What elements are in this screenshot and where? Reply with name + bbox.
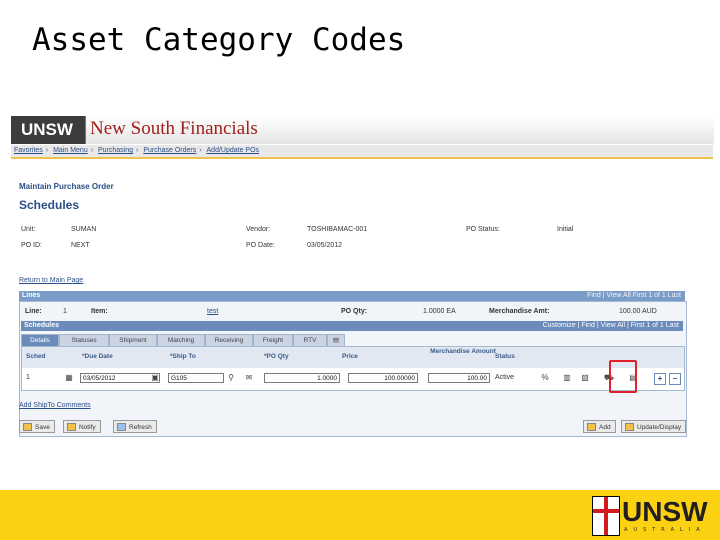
schedule-options-icon[interactable]: ▥ [562, 373, 572, 383]
lines-nav[interactable]: Find | View All First 1 of 1 Last [587, 291, 681, 301]
merch-amt-label: Merchandise Amt: [489, 308, 550, 315]
schedules-header: Schedules Customize | Find | View All | … [21, 321, 683, 331]
poid-value: NEXT [71, 242, 90, 249]
return-to-main-link[interactable]: Return to Main Page [19, 277, 83, 284]
notify-button[interactable]: Notify [63, 420, 101, 433]
breadcrumb-purchase-orders[interactable]: Purchase Orders [143, 147, 196, 154]
notify-label: Notify [79, 424, 96, 431]
breadcrumb-main-menu[interactable]: Main Menu [53, 147, 88, 154]
page-heading: Maintain Purchase Order [19, 182, 114, 191]
breadcrumb-favorites[interactable]: Favorites [14, 147, 43, 154]
refresh-icon [117, 423, 126, 431]
delete-row-icon[interactable]: − [669, 373, 681, 385]
app-banner: UNSW New South Financials [11, 116, 714, 144]
update-display-icon [625, 423, 634, 431]
add-button[interactable]: Add [583, 420, 616, 433]
merch-amount-input[interactable]: 100.00 [428, 373, 490, 383]
item-value[interactable]: test [207, 308, 218, 315]
poid-label: PO ID: [21, 242, 43, 249]
unit-label: Unit: [21, 226, 36, 233]
lines-title: Lines [22, 292, 41, 299]
distribution-icon[interactable]: % [540, 373, 550, 383]
app-name: New South Financials [90, 118, 258, 139]
po-qty-label: PO Qty: [341, 308, 368, 315]
notify-icon [67, 423, 76, 431]
breadcrumb: Favorites › Main Menu › Purchasing › Purcha… [11, 145, 713, 159]
footer-logo-text: UNSW [622, 496, 708, 527]
add-label: Add [599, 424, 611, 431]
calendar-icon[interactable]: ▣ [150, 373, 160, 383]
highlight-box [609, 360, 637, 393]
schedule-row: 1 ▦ 03/05/2012 ▣ G105 ⚲ ✉ 1.0000 100.000… [21, 368, 685, 391]
tab-rtv[interactable]: RTV [293, 334, 327, 346]
refresh-button[interactable]: Refresh [113, 420, 157, 433]
price-input[interactable]: 100.00000 [348, 373, 418, 383]
update-display-button[interactable]: Update/Display [621, 420, 687, 433]
slide-title: Asset Category Codes [32, 22, 406, 58]
schedule-status: Active [495, 374, 515, 381]
schedule-detail-icon[interactable]: ▦ [64, 373, 74, 383]
tab-receiving[interactable]: Receiving [205, 334, 253, 346]
footer-logo: UNSW AUSTRALIA [592, 496, 712, 538]
podate-value: 03/05/2012 [307, 242, 343, 249]
schedule-grid-header: Sched *Due Date *Ship To *PO Qty Price M… [21, 346, 685, 370]
ship-to-address-icon[interactable]: ✉ [244, 373, 254, 383]
merch-amt-value: 100.00 AUD [619, 308, 657, 315]
breadcrumb-purchasing[interactable]: Purchasing [98, 147, 133, 154]
app-screenshot: UNSW New South Financials Favorites › Mai… [11, 116, 714, 440]
add-row-icon[interactable]: + [654, 373, 666, 385]
due-date-input[interactable]: 03/05/2012 [80, 373, 160, 383]
schedules-title: Schedules [24, 322, 60, 329]
add-icon [587, 423, 596, 431]
col-ship-to: *Ship To [170, 353, 196, 360]
refresh-label: Refresh [129, 424, 152, 431]
po-status-value: Initial [557, 226, 574, 233]
lookup-icon[interactable]: ⚲ [226, 373, 236, 383]
col-due-date: *Due Date [82, 353, 113, 360]
tab-details[interactable]: Details [21, 334, 59, 346]
page-subheading: Schedules [19, 198, 80, 212]
unsw-logo: UNSW [11, 116, 85, 144]
unsw-crest-icon [592, 496, 620, 536]
sourcing-icon[interactable]: ▧ [580, 373, 590, 383]
tab-matching[interactable]: Matching [157, 334, 205, 346]
save-icon [23, 423, 32, 431]
update-display-label: Update/Display [637, 424, 682, 431]
col-merch-amount: Merchandise Amount [430, 348, 496, 355]
line-label: Line: [25, 308, 42, 315]
po-qty-input[interactable]: 1.0000 [264, 373, 340, 383]
col-price: Price [342, 353, 358, 360]
ship-to-input[interactable]: G105 [168, 373, 224, 383]
col-sched: Sched [26, 353, 46, 360]
show-all-tabs-icon[interactable]: ▤ [327, 334, 345, 346]
unit-value: SUMAN [71, 226, 97, 233]
save-button[interactable]: Save [19, 420, 55, 433]
col-po-qty: *PO Qty [264, 353, 289, 360]
breadcrumb-add-update-pos[interactable]: Add/Update POs [207, 147, 260, 154]
tab-freight[interactable]: Freight [253, 334, 293, 346]
tab-statuses[interactable]: Statuses [59, 334, 109, 346]
item-label: Item: [91, 308, 108, 315]
col-status: Status [495, 353, 515, 360]
vendor-value: TOSHIBAMAC-001 [307, 226, 368, 233]
sched-number: 1 [26, 374, 30, 381]
add-shipto-comments-link[interactable]: Add ShipTo Comments [19, 402, 91, 409]
podate-label: PO Date: [246, 242, 275, 249]
line-value: 1 [63, 308, 67, 315]
footer-logo-sub: AUSTRALIA [624, 527, 706, 533]
schedules-nav[interactable]: Customize | Find | View All | First 1 of… [543, 321, 679, 331]
po-qty-value: 1.0000 EA [423, 308, 456, 315]
po-status-label: PO Status: [466, 226, 500, 233]
lines-header: Lines Find | View All First 1 of 1 Last [19, 291, 685, 301]
tab-shipment[interactable]: Shipment [109, 334, 157, 346]
vendor-label: Vendor: [246, 226, 271, 233]
save-label: Save [35, 424, 50, 431]
